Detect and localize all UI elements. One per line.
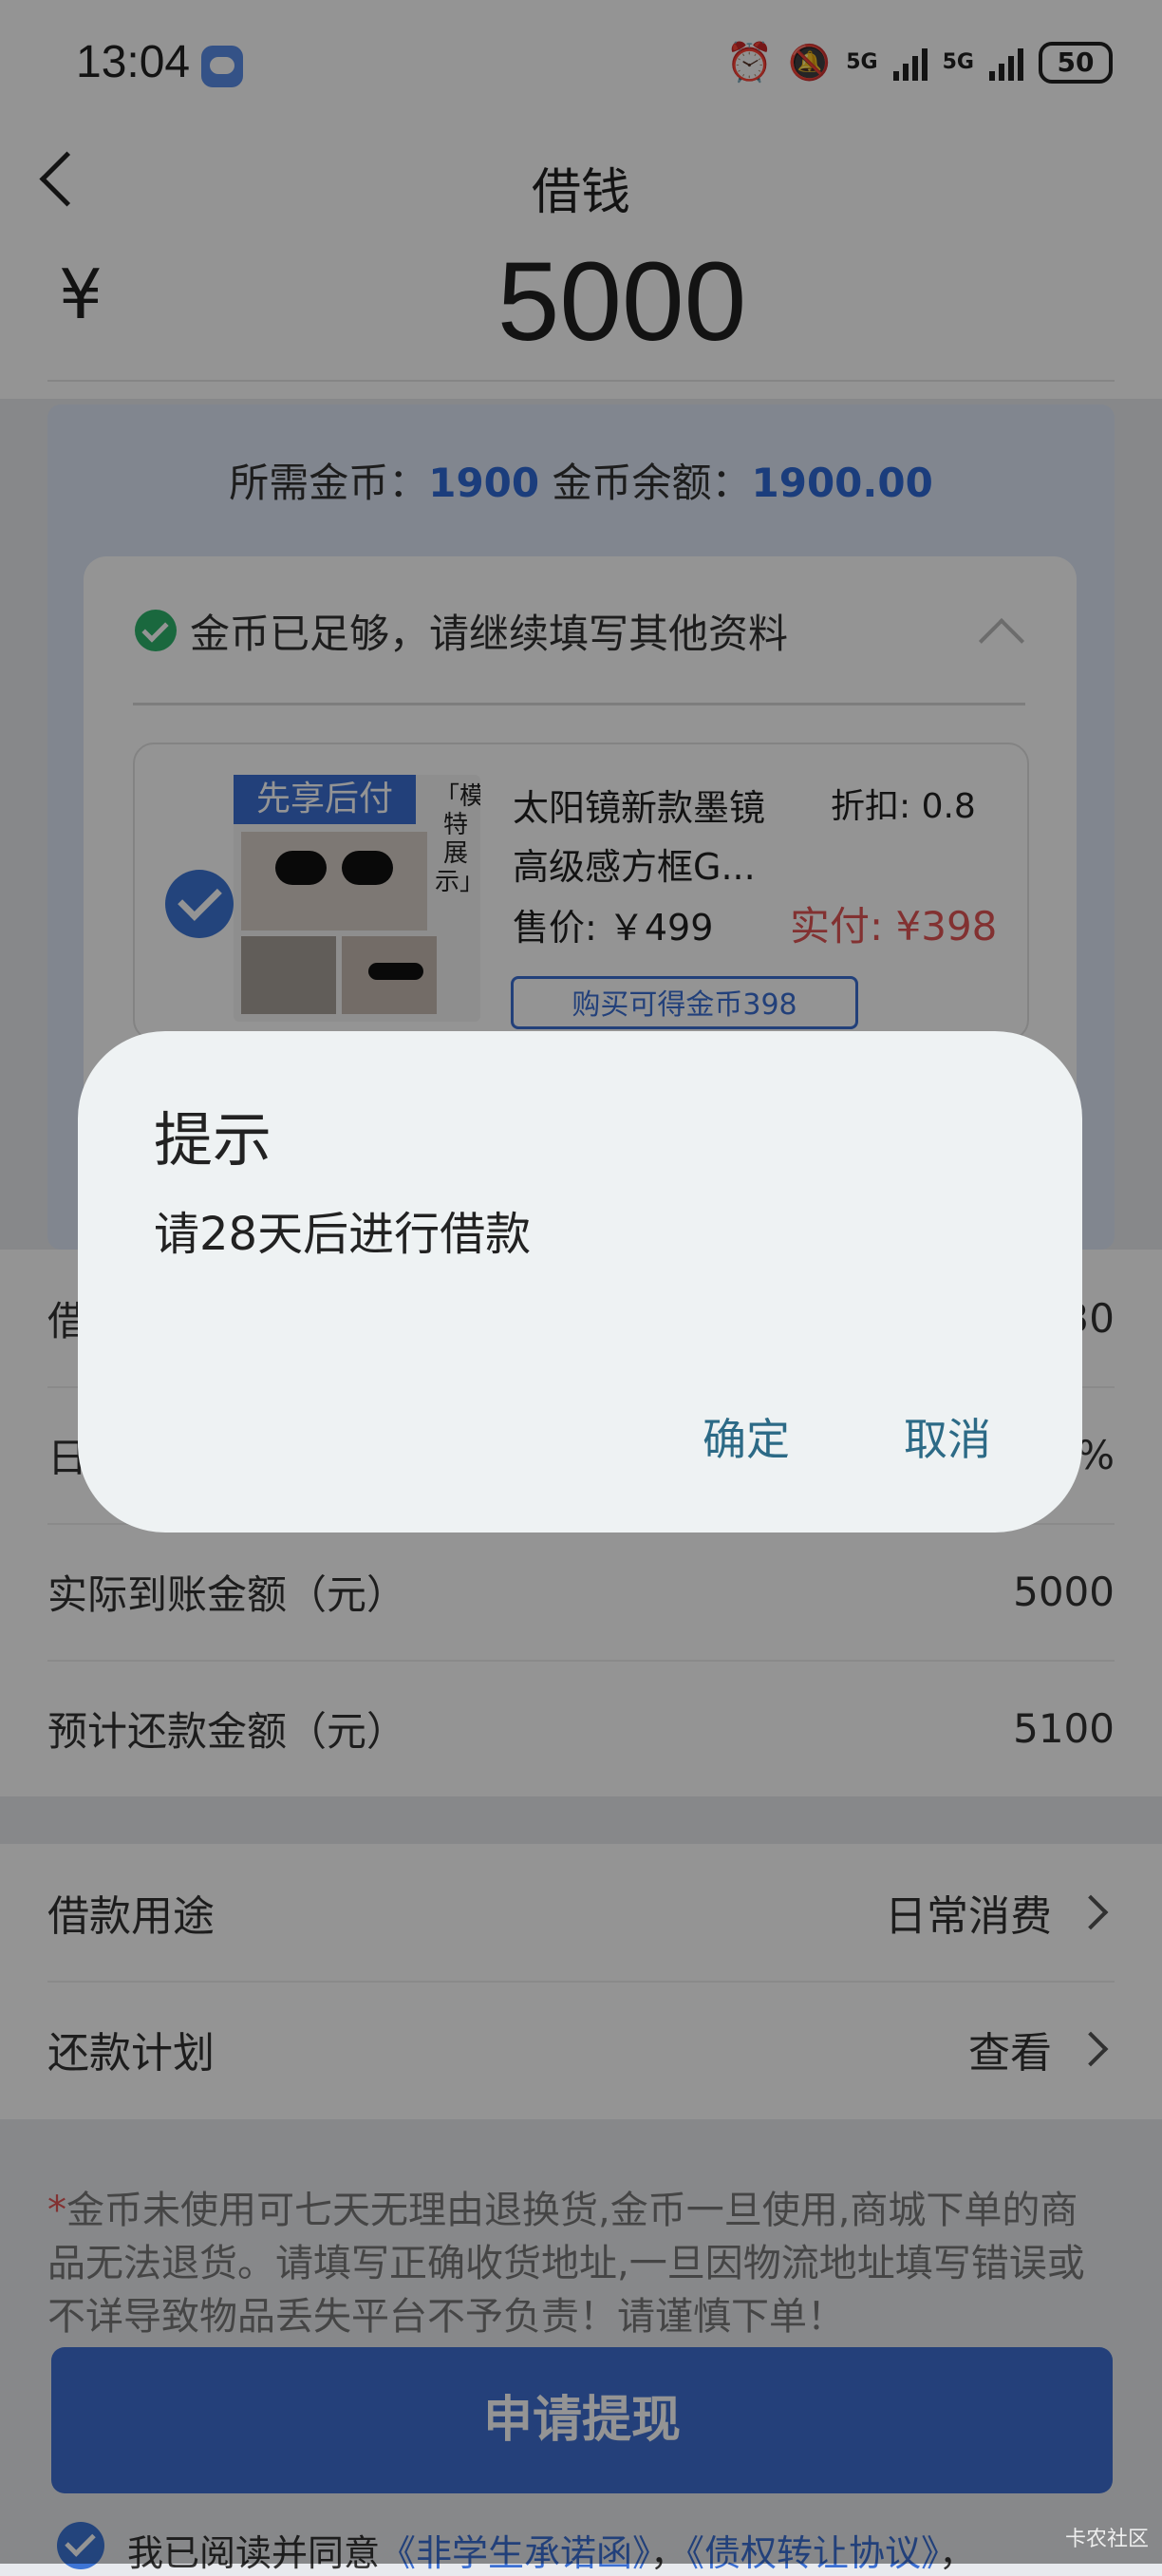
dialog-message: 请28天后进行借款 bbox=[154, 1208, 532, 1261]
confirm-button[interactable]: 确定 bbox=[703, 1405, 790, 1468]
dialog-title: 提示 bbox=[154, 1105, 272, 1175]
cancel-button[interactable]: 取消 bbox=[904, 1405, 991, 1468]
watermark: 卡农社区 bbox=[1064, 2528, 1149, 2551]
